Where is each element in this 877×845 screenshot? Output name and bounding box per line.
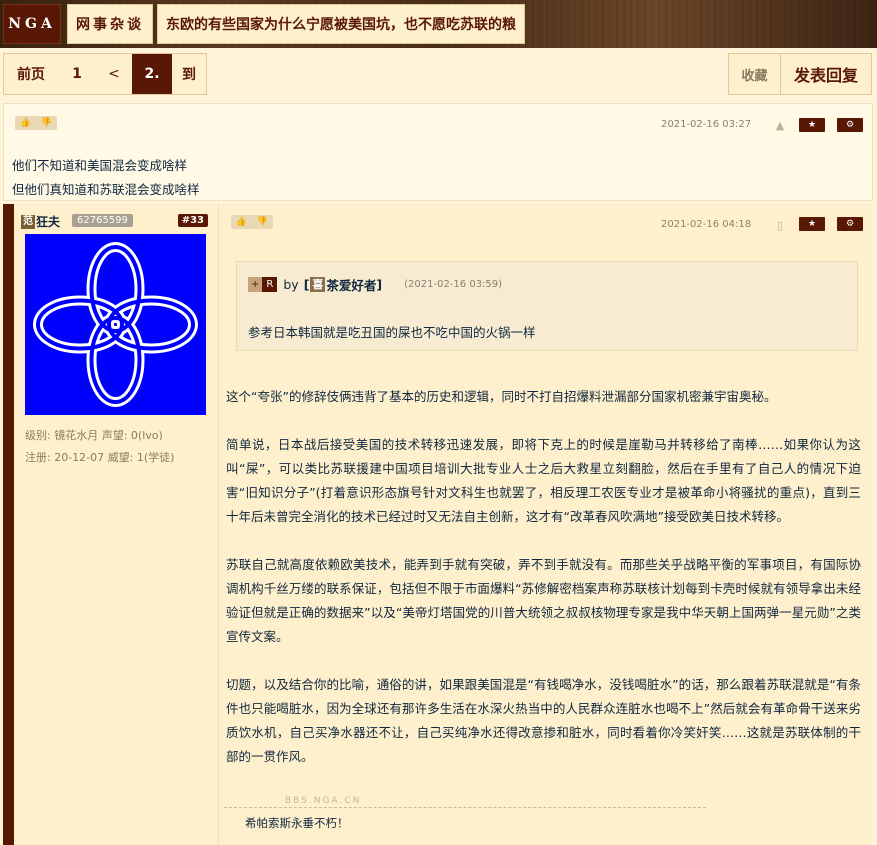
post-line: 但他们真知道和苏联混会变成啥样 [12,182,200,197]
thumbs-down-icon[interactable]: 👎 [257,217,268,227]
quote-by: by [283,277,299,292]
floor-number[interactable]: #33 [177,214,208,227]
avatar [25,234,206,415]
post-date: 2021-02-16 04:18 [661,219,752,230]
watermark: BBS.NGA.CN [285,796,362,806]
signature: 希帕索斯永垂不朽！ [245,816,349,830]
quote-reply-button[interactable]: + R [248,277,278,292]
gear-icon[interactable]: ⚙ [837,118,863,132]
avatar-flower-icon [33,242,198,407]
quote-header: + R by [喜茶爱好者] (2021-02-16 03:59) [248,275,502,294]
post-paragraph: 苏联自己就高度依赖欧美技术，能弄到手就有突破，弄不到手就没有。而那些关乎战略平衡… [226,557,861,644]
thumbs-up-icon[interactable]: 👍 [20,118,31,128]
page-prev-button[interactable]: < [96,54,132,94]
post-33: 范 狂夫 62765599 #33 级别: 镜花水月 声望: 0(lvo) 注册… [3,204,873,845]
quote-user[interactable]: [喜茶爱好者] [304,275,382,294]
quote-block: + R by [喜茶爱好者] (2021-02-16 03:59) 参考日本韩国就… [236,261,858,351]
user-info-panel: 范 狂夫 62765599 #33 级别: 镜花水月 声望: 0(lvo) 注册… [14,204,219,845]
user-id-badge[interactable]: 62765599 [72,214,133,227]
quote-date: (2021-02-16 03:59) [404,279,503,290]
post-previous: 👍 👎 2021-02-16 03:27 ▲ ★ ⚙ 他们不知道和美国混会变成啥样… [3,103,873,201]
reply-button[interactable]: 发表回复 [781,54,871,94]
user-level: 级别: 镜花水月 声望: 0(lvo) [25,429,163,442]
breadcrumb-board[interactable]: 网事杂谈 [67,4,153,44]
breadcrumb-thread-title[interactable]: 东欧的有些国家为什么宁愿被美国坑，也不愿吃苏联的粮 [157,4,525,44]
user-tag-badge: 范 [21,214,35,229]
star-icon[interactable]: ★ [799,217,825,231]
pagination: 前页 1 < 2. 到 [3,53,207,95]
post-line: 他们不知道和美国混会变成啥样 [12,158,188,173]
nga-logo[interactable]: NGA [3,4,61,44]
post-color-strip [3,204,14,845]
post-paragraph: 这个“夸张”的修辞伎俩违背了基本的历史和逻辑，同时不打自招爆料泄漏部分国家机密兼… [226,389,777,404]
star-icon[interactable]: ★ [799,118,825,132]
gear-icon[interactable]: ⚙ [837,217,863,231]
phone-icon: ▯ [776,218,784,232]
thumbs-up-icon[interactable]: 👍 [236,217,247,227]
thread-actions: 收藏 发表回复 [728,53,872,95]
signature-divider [224,807,706,808]
vote-buttons[interactable]: 👍 👎 [231,215,273,229]
thumbs-down-icon[interactable]: 👎 [41,118,52,128]
user-registration: 注册: 20-12-07 威望: 1(学徒) [25,451,175,464]
page-goto-button[interactable]: 到 [172,54,206,94]
username-text[interactable]: 狂夫 [36,213,60,230]
username[interactable]: 范 狂夫 [21,213,60,230]
post-date: 2021-02-16 03:27 [661,119,752,130]
post-paragraph: 切题，以及结合你的比喻，通俗的讲，如果跟美国混是“有钱喝净水，没钱喝脏水”的话，… [226,677,861,764]
post-content: 👍 👎 2021-02-16 04:18 ▯ ★ ⚙ + R by [喜茶爱好者] … [219,204,873,845]
vote-buttons[interactable]: 👍 👎 [15,116,57,130]
quote-text: 参考日本韩国就是吃丑国的屎也不吃中国的火锅一样 [248,325,536,340]
android-icon: ▲ [775,118,785,132]
page-1-button[interactable]: 1 [58,54,96,94]
page-current: 2. [132,54,172,94]
favorite-button[interactable]: 收藏 [729,54,781,94]
post-paragraph: 简单说，日本战后接受美国的技术转移迅速发展，即将下克上的时候是崖勒马并转移给了南… [226,437,861,524]
page-first-button[interactable]: 前页 [4,54,58,94]
